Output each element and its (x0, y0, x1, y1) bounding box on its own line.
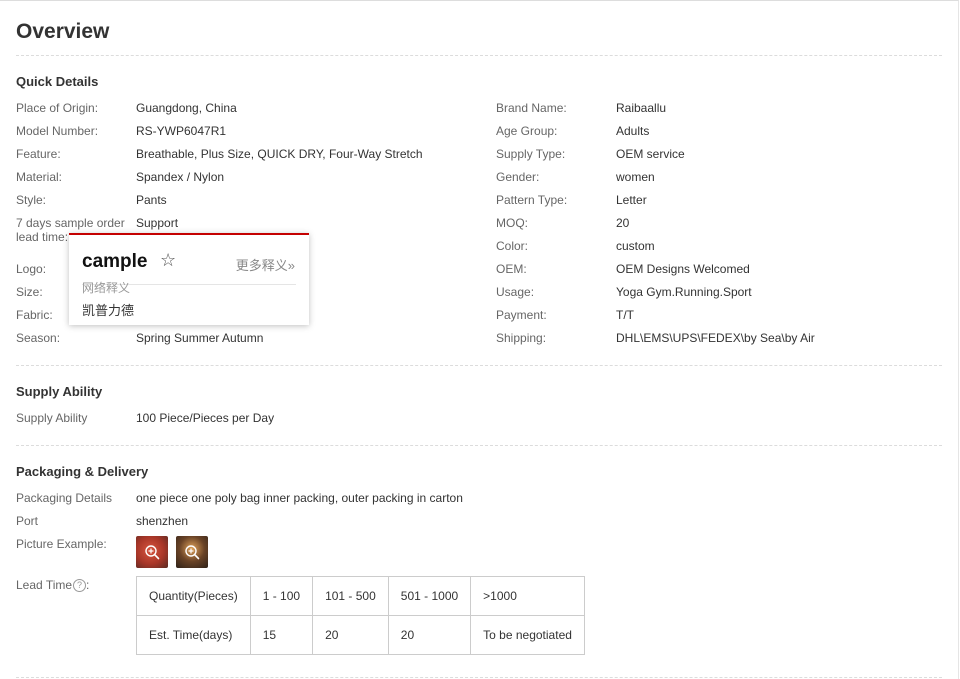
table-cell: 20 (312, 615, 389, 655)
page-title: Overview (16, 20, 110, 43)
table-cell: 1 - 100 (249, 576, 314, 616)
detail-value: Adults (616, 124, 650, 138)
popup-word: cample (82, 251, 148, 272)
supply-ability-heading: Supply Ability (16, 384, 103, 399)
detail-label: Supply Ability (16, 411, 88, 425)
detail-value: Letter (616, 193, 647, 207)
detail-label: OEM: (496, 262, 527, 276)
detail-label: Age Group: (496, 124, 558, 138)
table-row: Quantity(Pieces) 1 - 100 101 - 500 501 -… (136, 576, 585, 616)
detail-label: Brand Name: (496, 101, 567, 115)
table-cell: >1000 (470, 576, 585, 616)
detail-value: women (616, 170, 655, 184)
dictionary-popup: cample ☆ 更多释义» 网络释义 凯普力德 (69, 233, 309, 325)
detail-value: Raibaallu (616, 101, 667, 115)
question-circle-icon[interactable]: ? (73, 579, 87, 592)
quick-details-heading: Quick Details (16, 74, 99, 89)
table-row: Est. Time(days) 15 20 20 To be negotiate… (136, 615, 585, 655)
lead-time-colon: : (86, 578, 90, 592)
detail-label: Picture Example: (16, 537, 107, 551)
detail-label: Style: (16, 193, 47, 207)
detail-value: custom (616, 239, 655, 253)
table-cell: Quantity(Pieces) (136, 576, 251, 616)
detail-value: Guangdong, China (136, 101, 237, 115)
detail-value: Spring Summer Autumn (136, 331, 264, 345)
detail-value: Breathable, Plus Size, QUICK DRY, Four-W… (136, 147, 423, 161)
table-cell: Est. Time(days) (136, 615, 251, 655)
detail-label: Payment: (496, 308, 547, 322)
detail-value: shenzhen (136, 514, 189, 528)
lead-time-table: Quantity(Pieces) 1 - 100 101 - 500 501 -… (136, 576, 585, 655)
table-cell: 20 (387, 615, 472, 655)
popup-section-label: 网络释义 (82, 281, 131, 295)
section-divider (16, 445, 942, 446)
detail-label: Place of Origin: (16, 101, 99, 115)
detail-label: Packaging Details (16, 491, 113, 505)
detail-value: Support (136, 216, 179, 230)
detail-label: Material: (16, 170, 63, 184)
zoom-in-icon (185, 545, 200, 560)
section-divider (16, 365, 942, 366)
detail-value: RS-YWP6047R1 (136, 124, 227, 138)
detail-label: Pattern Type: (496, 193, 568, 207)
packaging-delivery-heading: Packaging & Delivery (16, 464, 149, 479)
detail-value: Spandex / Nylon (136, 170, 225, 184)
picture-example-thumbnail[interactable] (136, 536, 168, 568)
detail-label: Port (16, 514, 39, 528)
table-cell: 15 (249, 615, 314, 655)
detail-value: DHL\EMS\UPS\FEDEX\by Sea\by Air (616, 331, 815, 345)
detail-label: Season: (16, 331, 61, 345)
detail-label: Model Number: (16, 124, 99, 138)
detail-value: OEM service (616, 147, 685, 161)
detail-value: OEM Designs Welcomed (616, 262, 750, 276)
detail-value: Yoga Gym.Running.Sport (616, 285, 752, 299)
detail-label: Feature: (16, 147, 61, 161)
detail-label: Usage: (496, 285, 535, 299)
star-outline-icon[interactable]: ☆ (160, 250, 176, 271)
detail-value: one piece one poly bag inner packing, ou… (136, 491, 463, 505)
detail-label: Supply Type: (496, 147, 566, 161)
detail-label: Color: (496, 239, 529, 253)
popup-translation: 凯普力德 (82, 303, 135, 318)
detail-value: T/T (616, 308, 634, 322)
detail-value: 100 Piece/Pieces per Day (136, 411, 275, 425)
table-cell: 101 - 500 (312, 576, 389, 616)
zoom-in-icon (145, 545, 160, 560)
detail-label: Shipping: (496, 331, 547, 345)
detail-value: Pants (136, 193, 167, 207)
detail-label: Gender: (496, 170, 540, 184)
table-cell: 501 - 1000 (387, 576, 472, 616)
picture-example-thumbnail[interactable] (176, 536, 208, 568)
section-divider (16, 55, 942, 56)
table-cell: To be negotiated (470, 615, 585, 655)
lead-time-label: Lead Time (16, 578, 73, 592)
detail-value: 20 (616, 216, 630, 230)
detail-label: MOQ: (496, 216, 528, 230)
more-definitions-link[interactable]: 更多释义» (236, 255, 295, 274)
detail-label: Lead Time?: (16, 578, 128, 592)
